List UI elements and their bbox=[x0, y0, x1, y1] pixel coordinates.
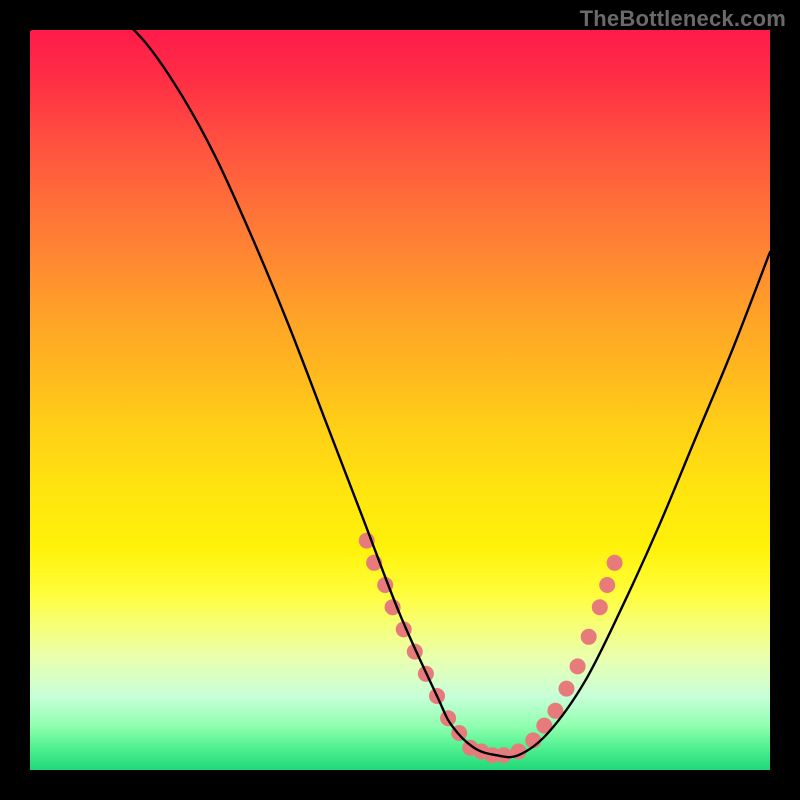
gradient-plot-area bbox=[30, 30, 770, 770]
watermark-text: TheBottleneck.com bbox=[580, 6, 786, 32]
chart-container: TheBottleneck.com bbox=[0, 0, 800, 800]
